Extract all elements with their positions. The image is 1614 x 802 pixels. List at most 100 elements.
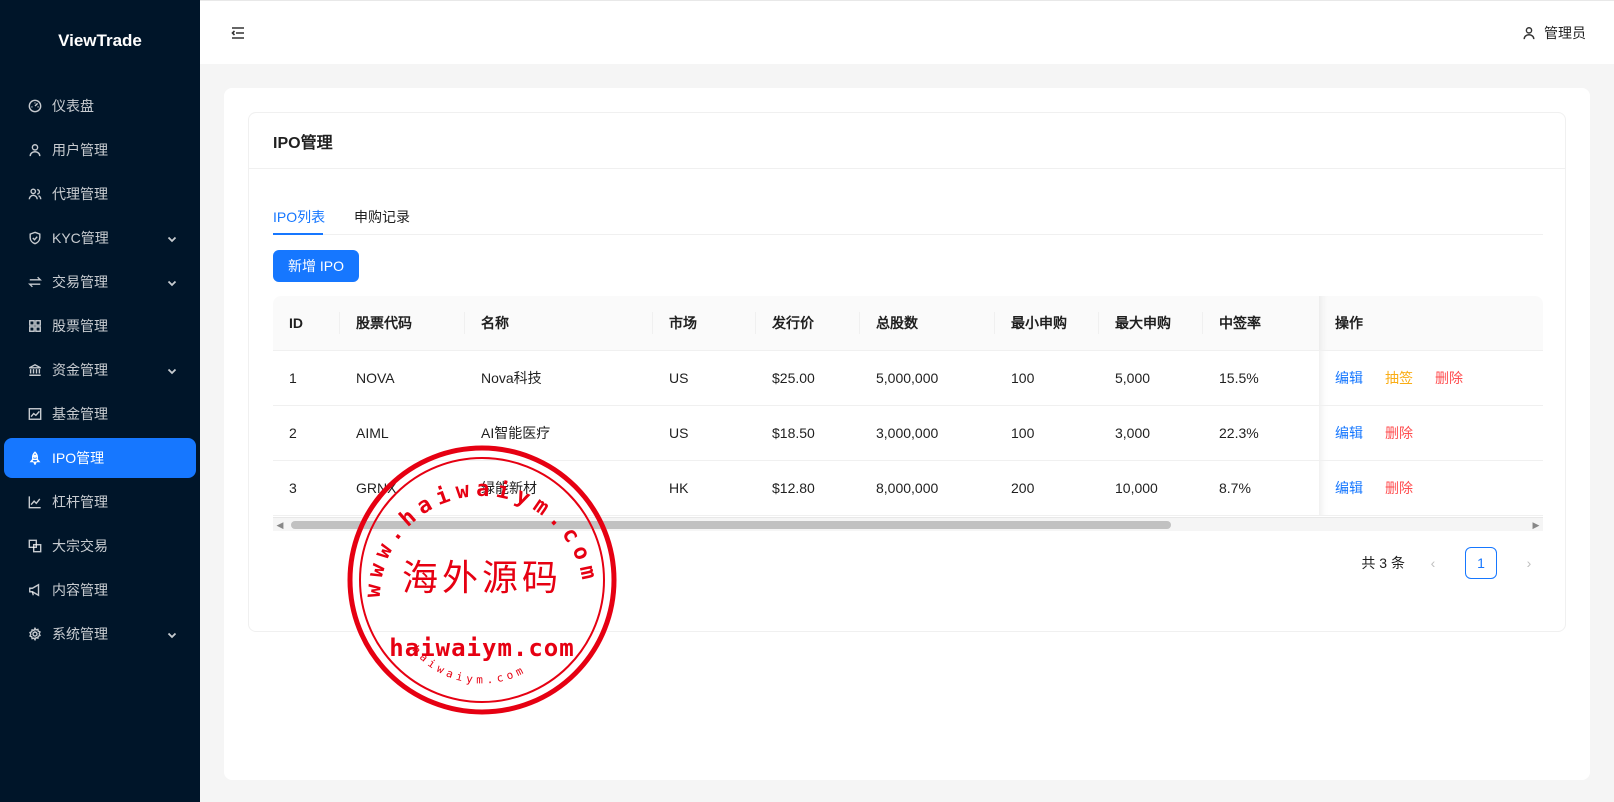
table-cell: $18.50 [756,405,860,461]
table-cell: 5,000,000 [860,350,995,406]
table-cell: US [653,350,756,406]
swap-icon [28,275,42,289]
sidebar-item-3[interactable]: KYC管理 [4,218,196,258]
table-cell: 3,000 [1099,405,1203,461]
table-cell: 5,000 [1099,350,1203,406]
table-row: 3 GRNX 绿能新材 HK $12.80 8,000,000 200 10,000 8.7% 编… [273,460,1543,516]
table-cell-spacer [1307,460,1319,516]
table-cell: Nova科技 [465,350,653,406]
table-row: 2 AIML AI智能医疗 US $18.50 3,000,000 100 3,000 22.3… [273,405,1543,461]
prev-page-icon[interactable]: ‹ [1421,547,1445,579]
sidebar-item-5[interactable]: 股票管理 [4,306,196,346]
top-header: 管理员 [200,0,1614,64]
sidebar-item-0[interactable]: 仪表盘 [4,86,196,126]
scrollbar-thumb[interactable] [291,521,1171,529]
table-cell: 100 [995,350,1099,406]
draw-lots-button[interactable]: 抽签 [1385,370,1413,386]
sidebar-item-10[interactable]: 大宗交易 [4,526,196,566]
agent-icon [28,187,42,201]
block-icon [28,539,42,553]
add-ipo-button[interactable]: 新增 IPO [273,250,359,282]
content-area: IPO管理 IPO列表 申购记录 新增 IPO ID 股票代码 名称 市场 发行… [224,88,1590,780]
sidebar-item-label: 大宗交易 [52,538,108,554]
chevron-down-icon [166,276,178,288]
sidebar-item-11[interactable]: 内容管理 [4,570,196,610]
next-page-icon[interactable]: › [1517,547,1541,579]
user-menu[interactable]: 管理员 [1522,23,1586,43]
line-chart-icon [28,495,42,509]
dashboard-icon [28,99,42,113]
tab-active-indicator [273,233,323,235]
sidebar-item-12[interactable]: 系统管理 [4,614,196,654]
user-icon [1523,27,1535,40]
scroll-left-icon[interactable]: ◀ [275,520,285,530]
rocket-icon [28,451,42,465]
tab-subscription-records[interactable]: 申购记录 [354,207,410,227]
grid-icon [28,319,42,333]
pagination: 共 3 条 ‹ 1 › [1361,547,1541,579]
table-cell: 8.7% [1203,460,1307,516]
table-cell: 200 [995,460,1099,516]
col-header-id: ID [273,296,340,351]
sidebar-item-label: 杠杆管理 [52,494,108,510]
chevron-down-icon [166,628,178,640]
sidebar-item-label: 资金管理 [52,362,108,378]
sidebar-item-4[interactable]: 交易管理 [4,262,196,302]
table-cell: $25.00 [756,350,860,406]
table-cell-spacer [1307,405,1319,461]
delete-button[interactable]: 删除 [1385,425,1413,441]
edit-button[interactable]: 编辑 [1335,480,1363,496]
table-cell-spacer [1307,350,1319,406]
sidebar-item-2[interactable]: 代理管理 [4,174,196,214]
table-cell: 绿能新材 [465,460,653,516]
table-cell-actions: 编辑 删除 [1319,405,1543,461]
ipo-table: ID 股票代码 名称 市场 发行价 总股数 最小申购 最大申购 中签率 操作 1… [273,296,1543,516]
table-cell: GRNX [340,460,465,516]
sidebar-item-9[interactable]: 杠杆管理 [4,482,196,522]
ipo-card: IPO管理 IPO列表 申购记录 新增 IPO ID 股票代码 名称 市场 发行… [248,112,1566,632]
table-cell: HK [653,460,756,516]
table-cell-actions: 编辑 删除 [1319,460,1543,516]
col-header-max-sub: 最大申购 [1099,296,1203,351]
delete-button[interactable]: 删除 [1385,480,1413,496]
scroll-right-icon[interactable]: ▶ [1531,520,1541,530]
delete-button[interactable]: 删除 [1435,370,1463,386]
ipo-table-container: ID 股票代码 名称 市场 发行价 总股数 最小申购 最大申购 中签率 操作 1… [273,296,1543,533]
table-cell: AI智能医疗 [465,405,653,461]
setting-icon [28,627,42,641]
sidebar-item-label: 内容管理 [52,582,108,598]
col-header-total-shares: 总股数 [860,296,995,351]
page-title: IPO管理 [249,113,1565,169]
chevron-down-icon [166,232,178,244]
table-row: 1 NOVA Nova科技 US $25.00 5,000,000 100 5,000 15.5… [273,350,1543,406]
shield-icon [28,231,42,245]
edit-button[interactable]: 编辑 [1335,370,1363,386]
sidebar-item-label: 基金管理 [52,406,108,422]
table-cell: 100 [995,405,1099,461]
sidebar-item-label: 仪表盘 [52,98,94,114]
table-cell: 22.3% [1203,405,1307,461]
table-cell: 3,000,000 [860,405,995,461]
sidebar-item-label: 用户管理 [52,142,108,158]
edit-button[interactable]: 编辑 [1335,425,1363,441]
col-header-win-rate: 中签率 [1203,296,1307,351]
user-name: 管理员 [1544,25,1586,41]
sidebar-item-label: 系统管理 [52,626,108,642]
sidebar-item-label: 交易管理 [52,274,108,290]
table-horizontal-scrollbar[interactable]: ◀ ▶ [273,517,1543,531]
table-header-row: ID 股票代码 名称 市场 发行价 总股数 最小申购 最大申购 中签率 操作 [273,296,1543,351]
sidebar-item-7[interactable]: 基金管理 [4,394,196,434]
col-header-code: 股票代码 [340,296,465,351]
sidebar-item-1[interactable]: 用户管理 [4,130,196,170]
menu-fold-icon[interactable] [230,25,246,41]
col-header-spacer [1307,296,1319,351]
table-cell: US [653,405,756,461]
sidebar-item-6[interactable]: 资金管理 [4,350,196,390]
page-item-current[interactable]: 1 [1465,547,1497,579]
tab-ipo-list[interactable]: IPO列表 [273,207,325,227]
sidebar-item-label: KYC管理 [52,230,109,246]
app-logo[interactable]: ViewTrade [0,0,200,82]
table-cell: 10,000 [1099,460,1203,516]
col-header-min-sub: 最小申购 [995,296,1099,351]
sidebar-item-8[interactable]: IPO管理 [4,438,196,478]
